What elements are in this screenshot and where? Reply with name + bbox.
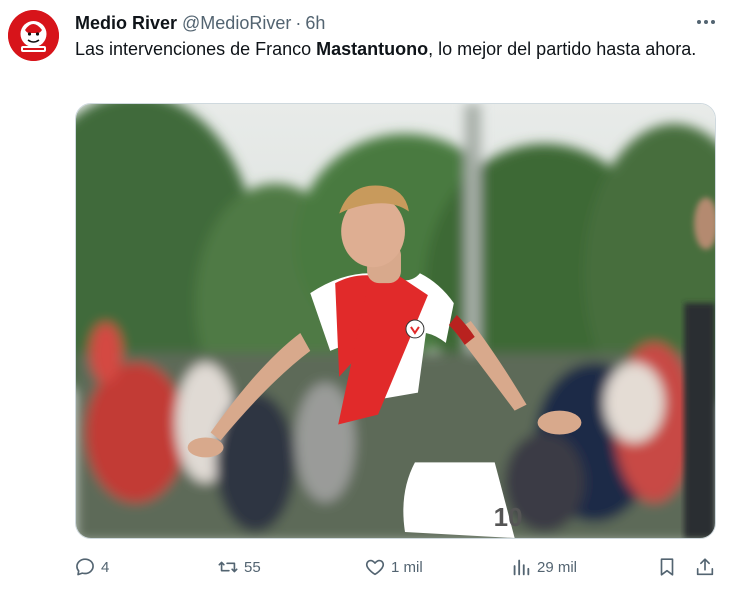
reply-button[interactable]: 4 bbox=[74, 553, 109, 581]
share-icon bbox=[696, 558, 714, 576]
timestamp[interactable]: 6h bbox=[305, 13, 325, 34]
author-name[interactable]: Medio River bbox=[75, 13, 177, 34]
views-button[interactable]: 29 mil bbox=[510, 553, 577, 581]
tweet-header: Medio River @MedioRiver · 6h bbox=[75, 11, 325, 35]
tweet-text-after: , lo mejor del partido hasta ahora. bbox=[428, 39, 697, 59]
heart-icon bbox=[365, 559, 385, 576]
bookmark-icon bbox=[660, 558, 674, 576]
more-horizontal-icon bbox=[697, 20, 715, 24]
repost-button[interactable]: 55 bbox=[217, 553, 261, 581]
views-count: 29 mil bbox=[537, 558, 578, 576]
tweet-text-before: Las intervenciones de Franco bbox=[75, 39, 317, 59]
repost-count: 55 bbox=[244, 558, 261, 576]
tweet-photo[interactable]: 10 bbox=[75, 103, 716, 539]
reply-count: 4 bbox=[101, 558, 110, 576]
share-button[interactable] bbox=[694, 553, 721, 581]
reply-icon bbox=[76, 558, 94, 576]
views-chart-icon bbox=[513, 559, 530, 576]
like-button[interactable]: 1 mil bbox=[364, 553, 423, 581]
repost-icon bbox=[218, 561, 238, 573]
like-count: 1 mil bbox=[391, 558, 423, 576]
more-options-button[interactable] bbox=[693, 12, 719, 32]
separator-dot: · bbox=[295, 12, 302, 33]
avatar[interactable] bbox=[8, 10, 59, 61]
tweet-text-bold: Mastantuono bbox=[316, 39, 429, 59]
jersey-number: 10 bbox=[494, 504, 523, 532]
player-celebration-photo: 10 bbox=[76, 104, 715, 538]
bookmark-button[interactable] bbox=[656, 553, 683, 581]
author-handle[interactable]: @MedioRiver bbox=[182, 13, 291, 34]
action-bar: 4 55 1 mil 29 mil bbox=[70, 553, 720, 581]
tweet-text: Las intervenciones de Franco Mastantuono… bbox=[75, 37, 715, 62]
tweet-card[interactable]: Medio River @MedioRiver · 6h Las interve… bbox=[0, 0, 733, 589]
